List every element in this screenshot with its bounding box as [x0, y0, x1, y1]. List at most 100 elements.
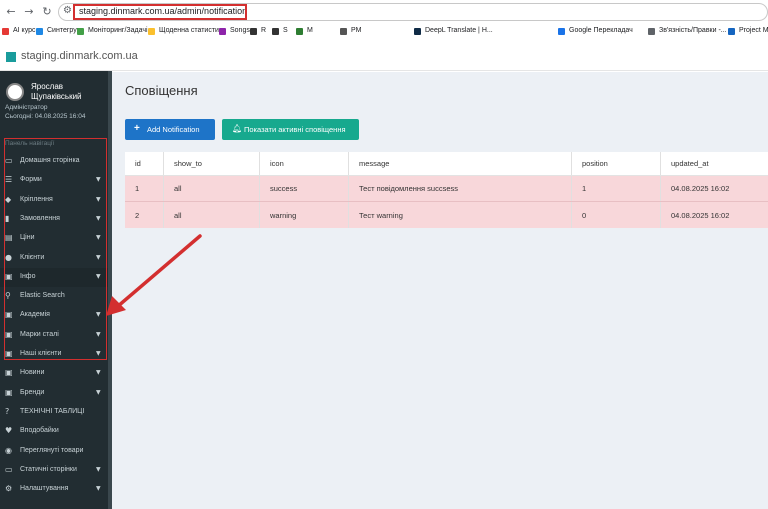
search-icon: ⚲ [5, 291, 11, 301]
caret-down-icon: ▼ [96, 176, 101, 184]
bookmark-favicon [272, 28, 279, 35]
bookmark-item[interactable]: Моніторинг/Задачі [85, 25, 151, 37]
site-info-icon[interactable]: ⚙ [63, 5, 72, 16]
table-cell: warning [259, 202, 348, 228]
column-header[interactable]: id [125, 152, 163, 175]
bookmark-item[interactable]: Songs [227, 25, 253, 37]
caret-down-icon: ▼ [96, 234, 101, 242]
column-header[interactable]: icon [259, 152, 348, 175]
reload-icon[interactable]: ↻ [40, 5, 54, 19]
question-icon: ? [5, 406, 10, 416]
column-header[interactable]: message [348, 152, 571, 175]
table-cell: 04.08.2025 16:02 [660, 176, 768, 201]
sidebar-item[interactable]: ▮ Замовлення ▼ [0, 210, 112, 229]
sidebar-item-label: Клієнти [20, 253, 45, 261]
avatar [6, 83, 24, 101]
sidebar-item[interactable]: ▤ Ціни ▼ [0, 229, 112, 248]
bookmark-favicon [148, 28, 155, 35]
list-icon: ☰ [5, 175, 13, 185]
column-header[interactable]: updated_at [660, 152, 768, 175]
bookmark-item[interactable]: M [304, 25, 316, 37]
table-cell: 1 [135, 184, 140, 193]
caret-down-icon: ▼ [96, 330, 101, 338]
sidebar-item[interactable]: ☰ Форми ▼ [0, 171, 112, 190]
column-header[interactable]: show_to [163, 152, 259, 175]
bookmark-favicon [219, 28, 226, 35]
sidebar-item[interactable]: ⚙ Налаштування ▼ [0, 480, 112, 499]
add-notification-button[interactable]: + Add Notification [125, 119, 215, 140]
bookmark-item[interactable]: AI курс [10, 25, 39, 37]
url-annotation-box [73, 4, 247, 20]
bookmark-favicon [296, 28, 303, 35]
price-icon: ▤ [5, 233, 13, 243]
caret-down-icon: ▼ [96, 369, 101, 377]
sidebar-item[interactable]: ▣ Новини ▼ [0, 364, 112, 383]
table-cell: Тест повідомлення succsess [348, 176, 571, 201]
page-title: Сповіщення [125, 83, 198, 98]
book-icon: ▣ [5, 387, 13, 397]
sidebar-item-label: Форми [20, 176, 42, 184]
table-cell: success [259, 176, 348, 201]
bookmark-favicon [250, 28, 257, 35]
bookmark-item[interactable]: Зв'язність/Правки -... [656, 25, 730, 37]
sidebar-item[interactable]: ▣ Бренди ▼ [0, 384, 112, 403]
sidebar-item-label: Ціни [20, 234, 35, 242]
laptop-icon: ▭ [5, 156, 13, 165]
sidebar-item[interactable]: ◆ Кріплення ▼ [0, 191, 112, 210]
sidebar-item[interactable]: ● Клієнти ▼ [0, 249, 112, 268]
sidebar-item-label: Переглянуті товари [20, 446, 84, 454]
table-row[interactable]: 1 all success Тест повідомлення succsess… [125, 176, 768, 202]
sidebar-item[interactable]: ♥ Вподобайки [0, 422, 112, 441]
bookmark-item[interactable]: DeepL Translate | H... [422, 25, 496, 37]
bookmark-favicon [2, 28, 9, 35]
book-icon: ▣ [5, 310, 13, 320]
sidebar-item-label: Статичні сторінки [20, 465, 77, 473]
caret-down-icon: ▼ [96, 485, 101, 493]
site-topbar: staging.dinmark.com.ua [0, 44, 768, 71]
column-header[interactable]: position [571, 152, 660, 175]
bookmarks-bar: AI курс Синтегрум Моніторинг/Задачі Щоденна… [0, 24, 768, 39]
caret-down-icon: ▼ [96, 195, 101, 203]
caret-down-icon: ▼ [96, 350, 101, 357]
sidebar-item[interactable]: ▣ Наші клієнти ▼ [0, 345, 112, 364]
table-cell: all [163, 202, 259, 228]
sidebar-item-label: Новини [20, 369, 45, 377]
bell-icon: 🔔︎ [232, 124, 243, 133]
heart-icon: ♥ [5, 426, 13, 436]
site-logo-icon [6, 52, 16, 62]
bookmark-item[interactable]: R [258, 25, 269, 37]
caret-down-icon: ▼ [96, 253, 101, 261]
bookmark-favicon [36, 28, 43, 35]
caret-down-icon: ▼ [96, 214, 101, 222]
sidebar-item-label: Вподобайки [20, 427, 59, 435]
sidebar-item[interactable]: ▣ Інфо ▼ [0, 267, 112, 287]
sidebar-item[interactable]: ▭ Статичні сторінки ▼ [0, 461, 112, 480]
bookmark-item[interactable]: Google Перекладач [566, 25, 636, 37]
site-name[interactable]: staging.dinmark.com.ua [21, 50, 138, 62]
sidebar-item[interactable]: ▣ Марки сталі ▼ [0, 326, 112, 345]
forward-icon[interactable]: → [22, 5, 36, 19]
caret-down-icon: ▼ [96, 388, 101, 396]
sidebar-item[interactable]: ⚲ Elastic Search [0, 287, 112, 306]
caret-down-icon: ▼ [96, 311, 101, 319]
table-row[interactable]: 2 all warning Тест warning 0 04.08.2025 … [125, 202, 768, 228]
sidebar: Ярослав Щупаківський Адміністратор Сього… [0, 71, 112, 509]
bookmark-item[interactable]: Project M [736, 25, 768, 37]
show-active-notifications-button[interactable]: 🔔︎ Показати активні сповіщення [222, 119, 359, 140]
bookmark-item[interactable]: S [280, 25, 291, 37]
sidebar-item[interactable]: ▣ Академія ▼ [0, 306, 112, 325]
user-role: Адміністратор [5, 104, 48, 111]
sidebar-item-label: Кріплення [20, 195, 53, 203]
nav-header: Панель навігації [5, 140, 55, 147]
sidebar-item[interactable]: ◉ Переглянуті товари [0, 442, 112, 461]
show-active-label: Показати активні сповіщення [244, 125, 346, 134]
sidebar-item-label: Домашня сторінка [20, 157, 80, 164]
table-cell: 1 [571, 176, 660, 201]
sidebar-item[interactable]: ? ТЕХНІЧНІ ТАБЛИЦІ [0, 403, 112, 422]
back-icon[interactable]: ← [4, 5, 18, 19]
bookmark-item[interactable]: PM [348, 25, 365, 37]
table-header-row: id show_to icon message position updated… [125, 152, 768, 176]
caret-down-icon: ▼ [96, 272, 101, 280]
sidebar-item[interactable]: ▭ Домашня сторінка [0, 152, 112, 171]
eye-icon: ◉ [5, 445, 12, 455]
